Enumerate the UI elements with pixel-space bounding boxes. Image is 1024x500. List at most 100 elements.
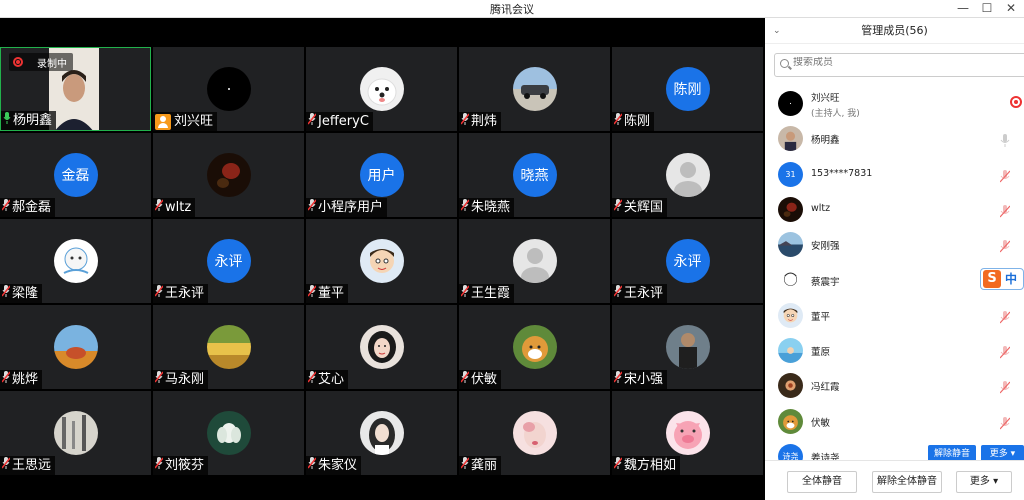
mic-muted-icon xyxy=(155,284,165,303)
ime-mode-label: 中 xyxy=(1005,272,1018,286)
mic-muted-icon xyxy=(308,198,318,217)
participant-tile[interactable]: 宋小强 xyxy=(612,305,763,389)
participant-avatar xyxy=(359,239,404,283)
participant-name-bar: JefferyC xyxy=(306,112,373,131)
search-input[interactable] xyxy=(793,57,993,68)
participant-avatar xyxy=(53,239,98,283)
participant-tile[interactable]: 永评 王永评 xyxy=(153,219,304,303)
participant-tile[interactable]: 艾心 xyxy=(306,305,457,389)
participant-name-bar: 荆炜 xyxy=(459,112,502,131)
member-name: 董平 xyxy=(811,311,831,323)
participant-name: 刘筱芬 xyxy=(165,458,205,473)
mic-muted-icon xyxy=(2,284,12,303)
mic-muted-icon xyxy=(308,370,318,389)
member-row[interactable]: 董原 xyxy=(765,333,1024,368)
participant-tile[interactable]: 荆炜 xyxy=(459,47,610,131)
participant-name-bar: 关辉国 xyxy=(612,198,668,217)
participant-tile[interactable]: 用户 小程序用户 xyxy=(306,133,457,217)
member-role: (主持人, 我) xyxy=(811,109,860,119)
mic-muted-icon[interactable] xyxy=(999,309,1011,324)
participant-avatar: 永评 xyxy=(206,239,251,283)
participant-avatar xyxy=(53,411,98,455)
participant-avatar xyxy=(53,325,98,369)
more-button[interactable]: 更多 ▾ xyxy=(956,471,1012,493)
mic-muted-icon[interactable] xyxy=(999,168,1011,182)
member-avatar xyxy=(778,126,803,152)
participant-tile[interactable]: 龚丽 xyxy=(459,391,610,475)
participant-tile[interactable]: JefferyC xyxy=(306,47,457,131)
participant-tile[interactable]: 录制中杨明鑫 xyxy=(0,47,151,131)
mic-muted-icon xyxy=(461,456,471,475)
participant-name-bar: 王思远 xyxy=(0,456,56,475)
participant-name: 艾心 xyxy=(318,372,345,387)
member-row[interactable]: wltz xyxy=(765,192,1024,227)
participant-name: 小程序用户 xyxy=(318,200,384,215)
participant-tile[interactable]: 伏敏 xyxy=(459,305,610,389)
participant-tile[interactable]: 王思远 xyxy=(0,391,151,475)
participant-tile[interactable]: 马永刚 xyxy=(153,305,304,389)
member-row[interactable]: 安刚强 xyxy=(765,227,1024,262)
member-row[interactable]: 蔡震宇 S 中 xyxy=(765,263,1024,298)
maximize-button[interactable]: ☐ xyxy=(980,0,994,16)
participant-tile[interactable]: 晓燕 朱晓燕 xyxy=(459,133,610,217)
participant-tile[interactable]: wltz xyxy=(153,133,304,217)
collapse-chevron-icon[interactable]: ⌄ xyxy=(773,18,781,44)
close-button[interactable]: ✕ xyxy=(1004,0,1018,16)
participant-tile[interactable]: 梁隆 xyxy=(0,219,151,303)
participant-avatar xyxy=(206,325,251,369)
participant-tile[interactable]: 王生霞 xyxy=(459,219,610,303)
member-row[interactable]: 刘兴旺 (主持人, 我) xyxy=(765,86,1024,121)
member-avatar xyxy=(778,232,803,258)
member-name: 刘兴旺 xyxy=(811,93,840,104)
participant-name-bar: 朱家仪 xyxy=(306,456,362,475)
participant-tile[interactable]: 董平 xyxy=(306,219,457,303)
record-icon xyxy=(13,57,23,67)
participant-tile[interactable]: 永评 王永评 xyxy=(612,219,763,303)
mic-muted-icon[interactable] xyxy=(999,203,1011,218)
participant-name-bar: 刘兴旺 xyxy=(153,112,218,131)
video-stage: 录制中 杨明鑫 刘兴旺 JefferyC 荆炜 陈刚 陈刚 金磊 郝金磊 wltz 用户 小程序用户晓… xyxy=(0,18,765,500)
participant-name-bar: 郝金磊 xyxy=(0,198,56,217)
mic-muted-icon[interactable] xyxy=(999,238,1011,253)
search-box[interactable] xyxy=(774,53,1024,77)
member-row[interactable]: 董平 xyxy=(765,298,1024,333)
participant-name-bar: 姚烨 xyxy=(0,370,43,389)
member-avatar xyxy=(778,267,803,293)
participant-name-bar: 刘筱芬 xyxy=(153,456,209,475)
member-row[interactable]: 冯红霞 xyxy=(765,368,1024,403)
member-row[interactable]: 31 153****7831 xyxy=(765,157,1024,192)
participant-name: 朱晓燕 xyxy=(471,200,511,215)
minimize-button[interactable]: — xyxy=(956,0,970,16)
participant-tile[interactable]: 刘筱芬 xyxy=(153,391,304,475)
participant-name: 王思远 xyxy=(12,458,52,473)
member-row[interactable]: 伏敏 xyxy=(765,404,1024,439)
member-avatar xyxy=(778,196,803,222)
participant-name-bar: 马永刚 xyxy=(153,370,209,389)
member-name: 杨明鑫 xyxy=(811,135,840,147)
mute-all-button[interactable]: 全体静音 xyxy=(787,471,857,493)
mic-muted-icon[interactable] xyxy=(999,415,1011,430)
participant-tile[interactable]: 姚烨 xyxy=(0,305,151,389)
recording-indicator[interactable]: 录制中 xyxy=(9,53,73,71)
mic-muted-icon xyxy=(614,198,624,217)
participant-name-bar: 杨明鑫 xyxy=(1,111,57,130)
participant-tile[interactable]: 刘兴旺 xyxy=(153,47,304,131)
member-row[interactable]: 杨明鑫 xyxy=(765,121,1024,156)
participant-name-bar: 陈刚 xyxy=(612,112,655,131)
panel-title: 管理成员(56) xyxy=(861,24,928,37)
mic-icon[interactable] xyxy=(1000,132,1010,148)
participant-tile[interactable]: 关辉国 xyxy=(612,133,763,217)
participant-name: 郝金磊 xyxy=(12,200,52,215)
member-avatar xyxy=(778,408,803,434)
participant-name: 杨明鑫 xyxy=(13,113,53,128)
mic-muted-icon[interactable] xyxy=(999,344,1011,359)
participant-tile[interactable]: 朱家仪 xyxy=(306,391,457,475)
participant-tile[interactable]: 陈刚 陈刚 xyxy=(612,47,763,131)
participant-tile[interactable]: 金磊 郝金磊 xyxy=(0,133,151,217)
participant-tile[interactable]: 魏方相如 xyxy=(612,391,763,475)
unmute-all-button[interactable]: 解除全体静音 xyxy=(872,471,942,493)
mic-muted-icon[interactable] xyxy=(999,379,1011,394)
participant-name-bar: 龚丽 xyxy=(459,456,502,475)
ime-toolbar[interactable]: S中 xyxy=(980,267,1024,290)
participant-name: 王永评 xyxy=(624,286,664,301)
